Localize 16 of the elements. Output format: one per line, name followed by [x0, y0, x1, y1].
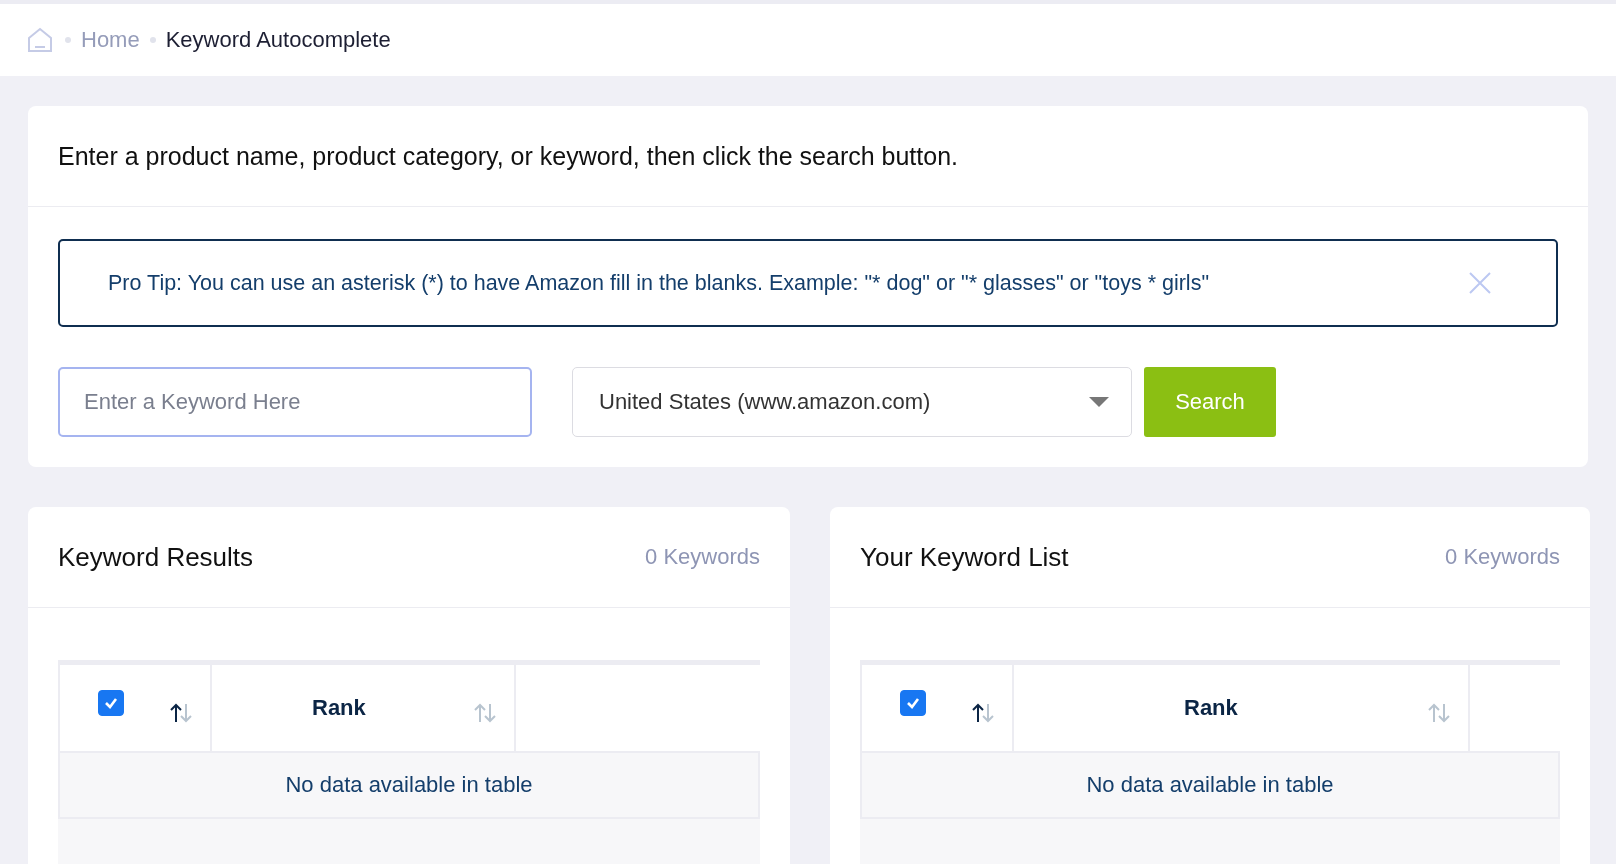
panel-title: Your Keyword List [860, 541, 1069, 573]
column-header[interactable]: Rank [1184, 695, 1238, 721]
empty-table-message: No data available in table [1086, 772, 1334, 798]
caret-icon [1089, 397, 1109, 407]
keyword-input-field[interactable]: Enter a Keyword Here [58, 367, 532, 437]
panel-title: Keyword Results [58, 541, 254, 573]
empty-table-message: No data available in table [285, 772, 533, 798]
select-all-checkbox[interactable] [900, 690, 926, 716]
instructions-text: Enter a product name, product category, or keyword, then click the search button. [58, 141, 958, 171]
keyword-count: 0 Keywords [1445, 544, 1560, 570]
breadcrumb-current: Keyword Autocomplete [165, 27, 391, 53]
select-all-checkbox[interactable] [98, 690, 124, 716]
pro-tip-text: Pro Tip: You can use an asterisk (*) to have Amazon fill in the blanks. Example: "* dog" or "* glasses" or "toys * girls" [108, 270, 1210, 296]
column-header[interactable]: Rank [312, 695, 366, 721]
marketplace-dropdown[interactable]: United States (www.amazon.com) [572, 367, 1132, 437]
keyword-count: 0 Keywords [645, 544, 760, 570]
